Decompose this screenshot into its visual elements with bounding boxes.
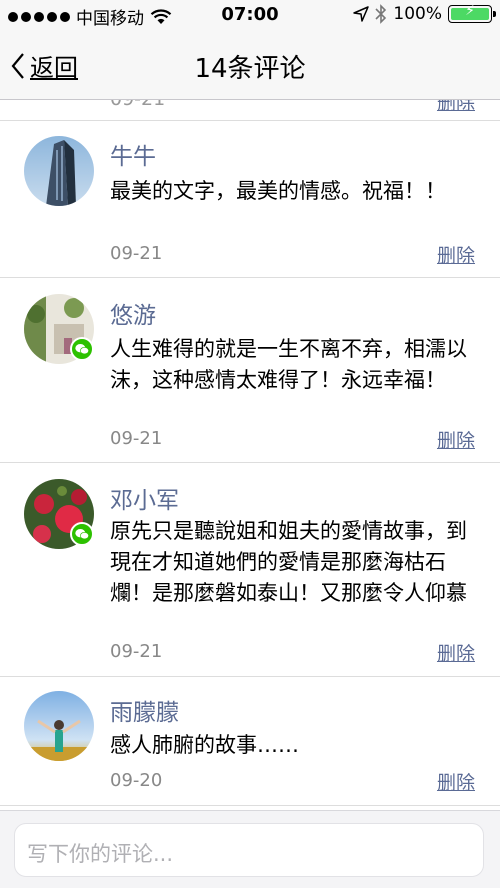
location-arrow-icon	[353, 6, 370, 22]
comment-date: 09-20	[110, 770, 163, 791]
battery-icon: ⚡	[448, 3, 496, 23]
comment-text: 感人肺腑的故事……	[110, 733, 299, 757]
comment-date: 09-21	[110, 428, 163, 449]
commenter-name[interactable]: 牛牛	[110, 137, 156, 171]
list-item: 悠游 人生难得的就是一生不离不弃，相濡以沫，这种感情太难得了！永远幸福！ 09-…	[0, 278, 500, 463]
status-right: 100% ⚡	[353, 3, 496, 24]
comment-date: 09-21	[110, 100, 165, 110]
wechat-badge-icon	[70, 522, 94, 546]
wechat-badge-icon	[70, 337, 94, 361]
person-photo-icon	[24, 691, 94, 761]
comment-text: 原先只是聽說姐和姐夫的愛情故事，到現在才知道她們的愛情是那麼海枯石爛！是那麼磐如…	[110, 519, 467, 605]
delete-button[interactable]: 删除	[437, 241, 475, 268]
comment-input-bar: 写下你的评论...	[0, 810, 500, 888]
comment-date: 09-21	[110, 641, 163, 662]
avatar[interactable]	[24, 136, 94, 206]
list-item: 牛牛 最美的文字，最美的情感。祝福！！ 09-21 删除	[0, 121, 500, 278]
commenter-name[interactable]: 悠游	[110, 296, 156, 330]
page-title: 14条评论	[194, 54, 306, 84]
list-item: 雨朦朦 感人肺腑的故事…… 09-20 删除	[0, 677, 500, 806]
delete-button[interactable]: 删除	[437, 100, 475, 115]
building-photo-icon	[24, 136, 94, 206]
comment-input[interactable]: 写下你的评论...	[14, 823, 484, 877]
comment-text: 人生难得的就是一生不离不弃，相濡以沫，这种感情太难得了！永远幸福！	[110, 337, 467, 392]
commenter-name[interactable]: 雨朦朦	[110, 693, 179, 727]
battery-percent: 100%	[393, 4, 442, 24]
navigation-bar: 返回 14条评论	[0, 30, 500, 100]
delete-button[interactable]: 删除	[437, 768, 475, 795]
list-item: 邓小军 原先只是聽說姐和姐夫的愛情故事，到現在才知道她們的愛情是那麼海枯石爛！是…	[0, 463, 500, 677]
comment-list[interactable]: 09-21 删除 牛牛 最美的文字，最美的情感。祝福！！ 09-21 删除	[0, 100, 500, 810]
comment-text: 最美的文字，最美的情感。祝福！！	[110, 179, 446, 203]
charging-bolt-icon: ⚡	[465, 3, 475, 19]
list-item-partial: 09-21 删除	[0, 100, 500, 121]
commenter-name[interactable]: 邓小军	[110, 481, 179, 515]
delete-button[interactable]: 删除	[437, 639, 475, 666]
delete-button[interactable]: 删除	[437, 426, 475, 453]
avatar[interactable]	[24, 691, 94, 761]
status-bar: 中国移动 07:00 100% ⚡	[0, 0, 500, 30]
comment-date: 09-21	[110, 243, 163, 264]
bluetooth-icon	[375, 4, 387, 24]
